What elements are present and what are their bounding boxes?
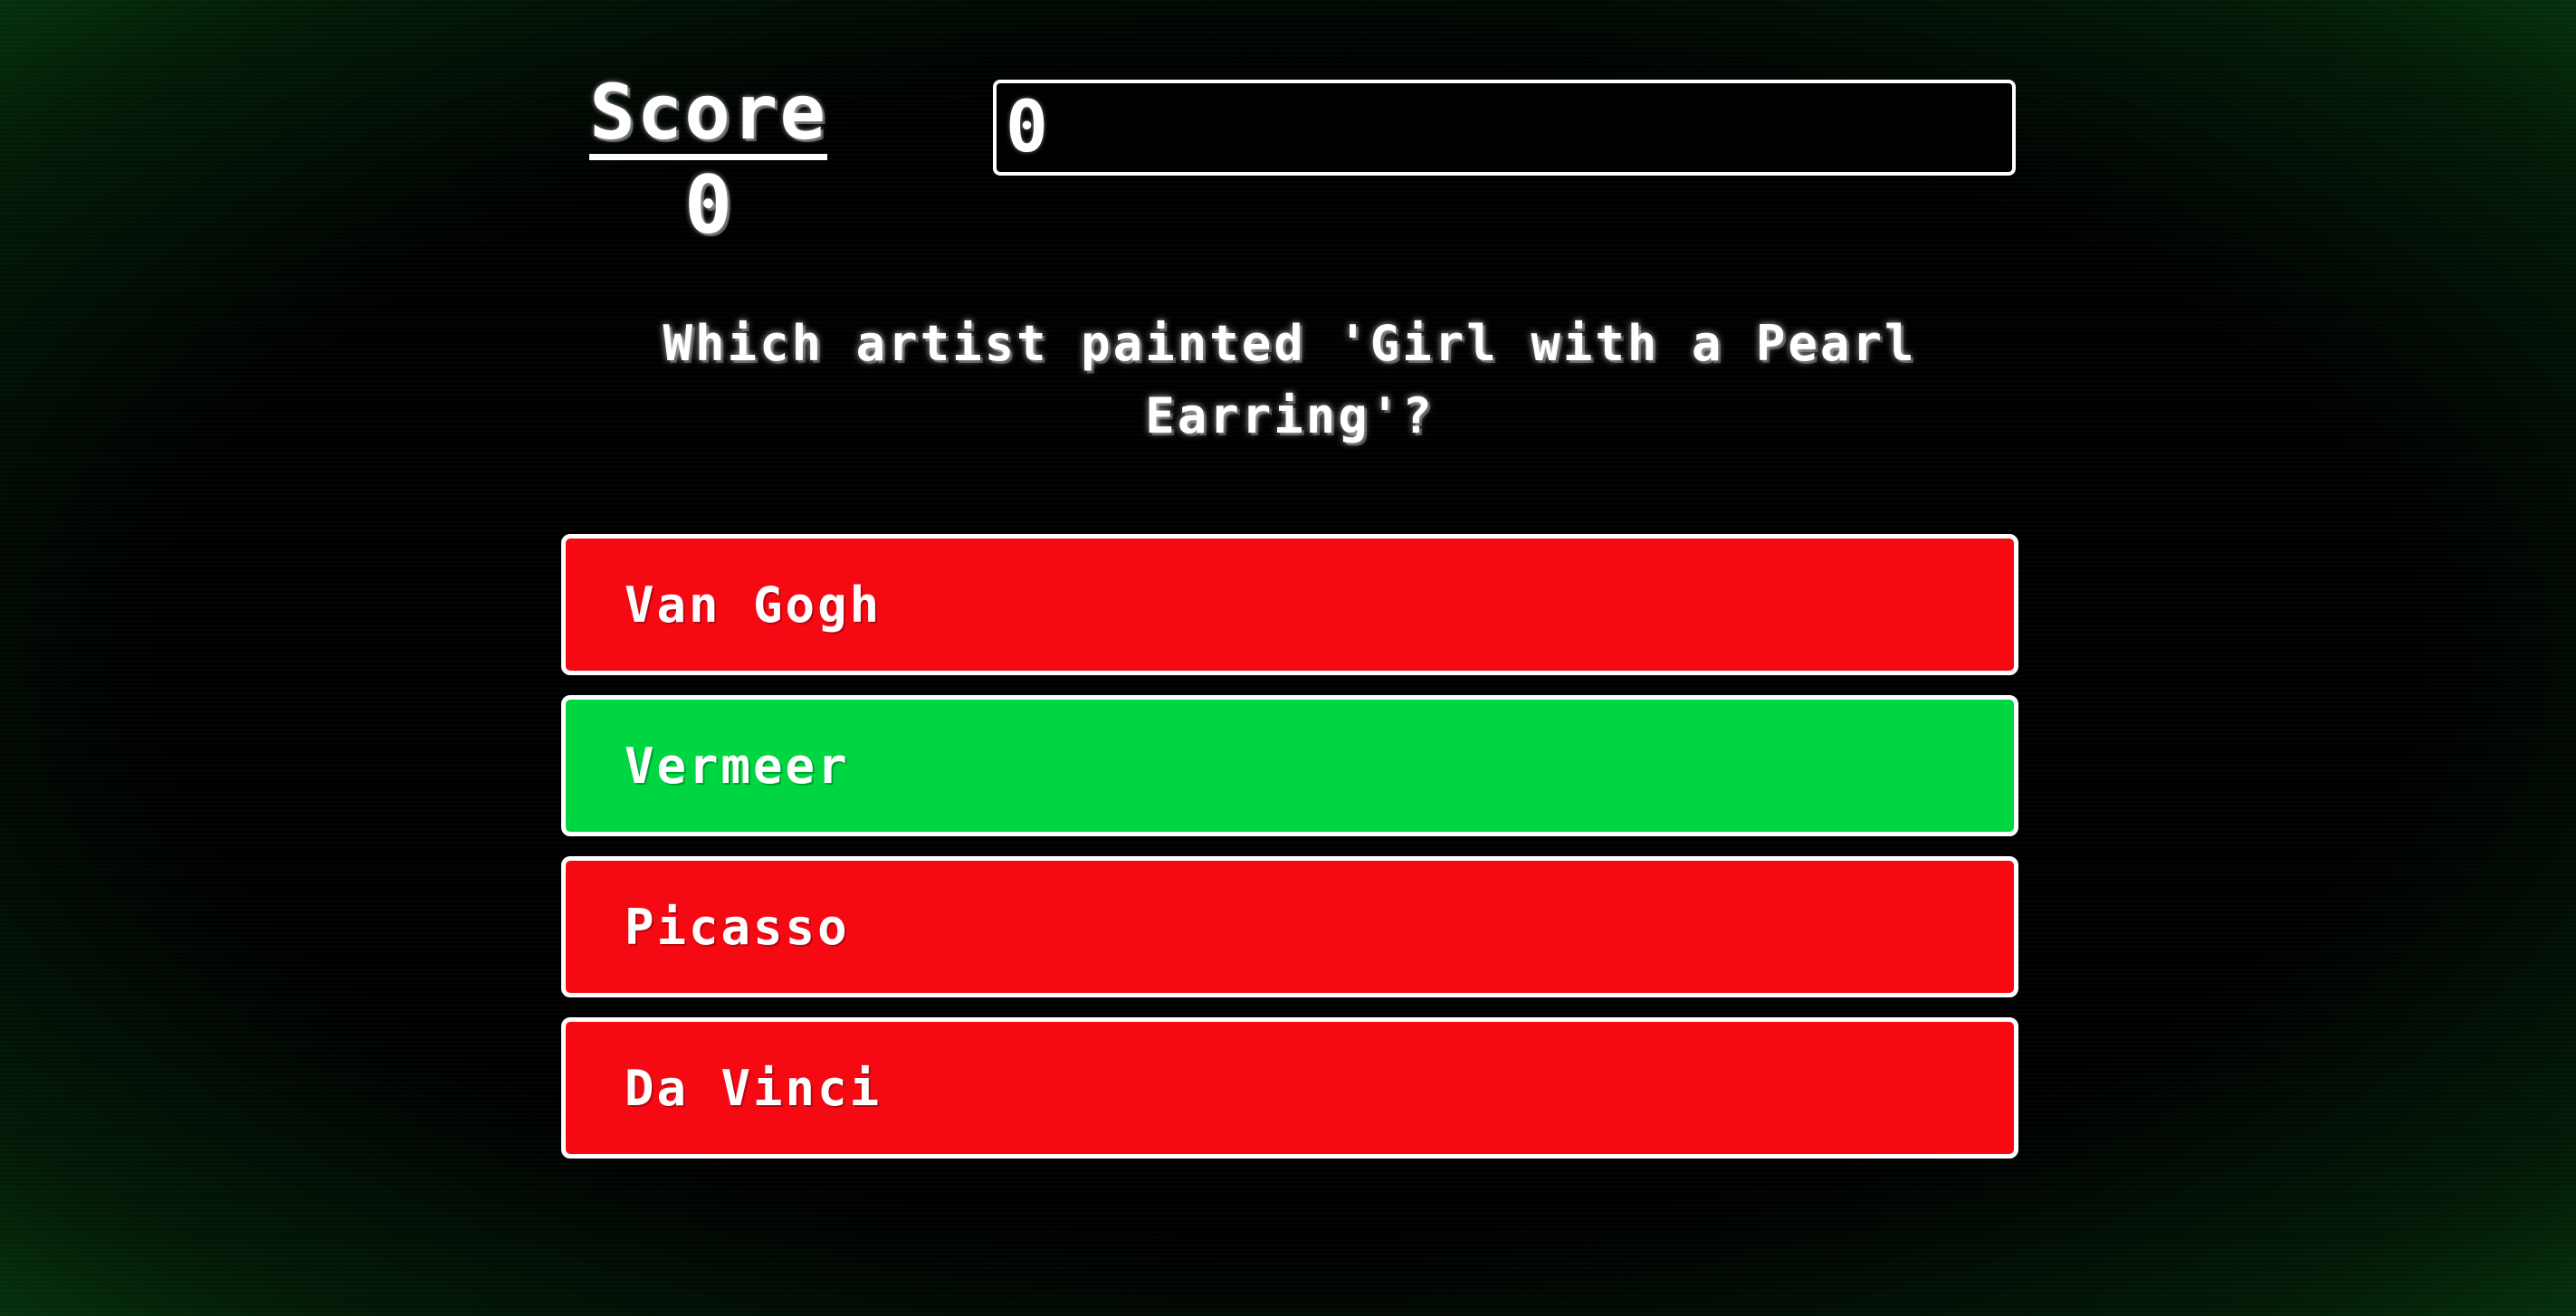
score-value: 0 bbox=[684, 158, 732, 252]
answer-input[interactable] bbox=[993, 80, 2016, 176]
option-label: Da Vinci bbox=[625, 1059, 883, 1117]
option-button-vermeer[interactable]: Vermeer bbox=[561, 695, 2018, 836]
option-button-picasso[interactable]: Picasso bbox=[561, 856, 2018, 997]
answer-options: Van Gogh Vermeer Picasso Da Vinci bbox=[561, 534, 2018, 1178]
game-screen: Score 0 Which artist painted 'Girl with … bbox=[0, 0, 2576, 1316]
option-label: Van Gogh bbox=[625, 576, 883, 634]
score-label: Score bbox=[589, 72, 827, 160]
question-text: Which artist painted 'Girl with a Pearl … bbox=[663, 315, 1917, 444]
option-button-van-gogh[interactable]: Van Gogh bbox=[561, 534, 2018, 675]
option-label: Vermeer bbox=[625, 737, 850, 795]
score-panel: Score 0 bbox=[561, 72, 855, 249]
option-button-da-vinci[interactable]: Da Vinci bbox=[561, 1017, 2018, 1159]
option-label: Picasso bbox=[625, 898, 850, 956]
